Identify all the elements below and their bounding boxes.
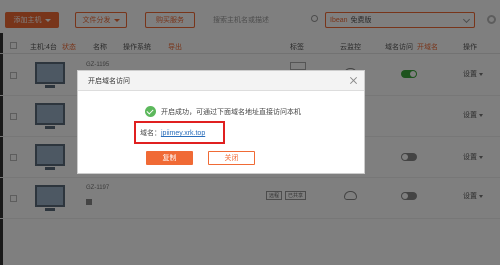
success-message: 开启成功，可通过下面域名地址直接访问本机: [161, 109, 301, 116]
enable-domain-dialog: 开启域名访问 开启成功，可通过下面域名地址直接访问本机 域名：jpiimey.x…: [77, 70, 365, 174]
close-icon[interactable]: [350, 76, 358, 84]
close-button[interactable]: 关闭: [208, 151, 255, 165]
success-check-icon: [145, 106, 156, 117]
domain-line: 域名：jpiimey.xrk.top: [140, 128, 205, 138]
dialog-title-bar: 开启域名访问: [78, 71, 364, 91]
dialog-title: 开启域名访问: [88, 77, 130, 85]
copy-button[interactable]: 复制: [146, 151, 193, 165]
domain-link[interactable]: jpiimey.xrk.top: [161, 130, 205, 137]
domain-label: 域名：: [140, 130, 161, 137]
